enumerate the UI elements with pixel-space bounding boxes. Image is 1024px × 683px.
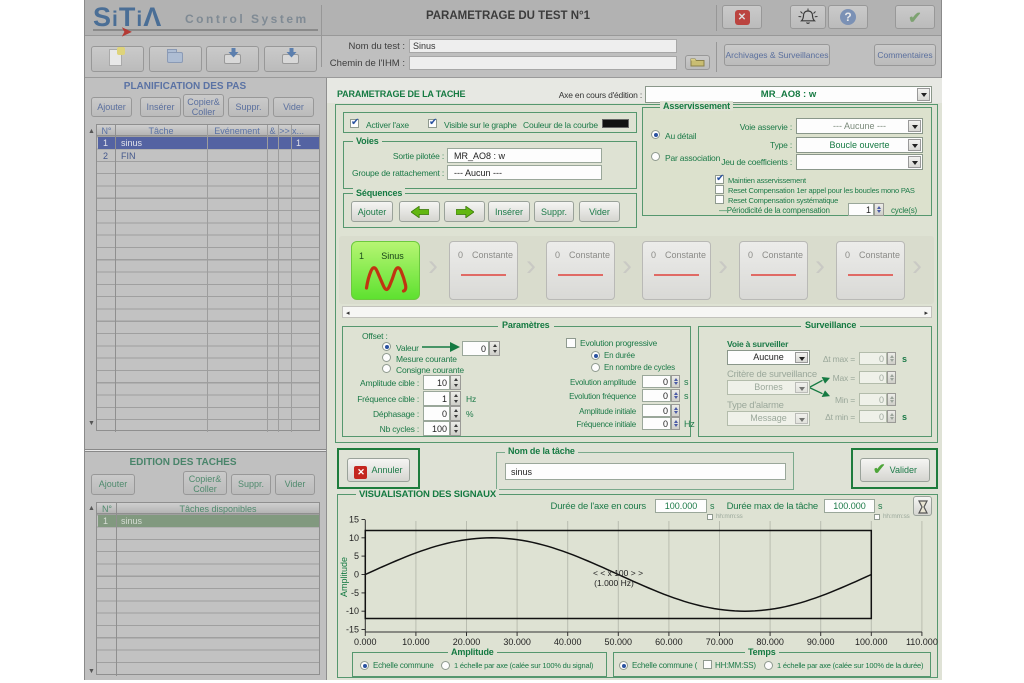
svg-text:-15: -15 bbox=[346, 625, 359, 635]
svg-text:5: 5 bbox=[354, 551, 359, 561]
svg-text:0: 0 bbox=[354, 570, 359, 580]
svg-text:110.000: 110.000 bbox=[906, 637, 938, 647]
svg-text:Amplitude: Amplitude bbox=[339, 557, 349, 597]
svg-text:40.000: 40.000 bbox=[554, 637, 582, 647]
svg-text:-5: -5 bbox=[351, 588, 359, 598]
svg-text:80.000: 80.000 bbox=[756, 637, 784, 647]
svg-text:< < x 100 > >: < < x 100 > > bbox=[593, 568, 643, 578]
svg-text:100.000: 100.000 bbox=[855, 637, 888, 647]
svg-text:20.000: 20.000 bbox=[453, 637, 481, 647]
svg-text:0.000: 0.000 bbox=[354, 637, 377, 647]
svg-text:90.000: 90.000 bbox=[807, 637, 835, 647]
svg-text:-10: -10 bbox=[346, 606, 359, 616]
svg-text:(1.000 Hz): (1.000 Hz) bbox=[594, 578, 634, 588]
svg-text:10.000: 10.000 bbox=[402, 637, 430, 647]
svg-text:70.000: 70.000 bbox=[706, 637, 734, 647]
svg-text:30.000: 30.000 bbox=[503, 637, 531, 647]
svg-text:50.000: 50.000 bbox=[605, 637, 633, 647]
svg-text:60.000: 60.000 bbox=[655, 637, 683, 647]
svg-text:10: 10 bbox=[349, 533, 359, 543]
svg-text:15: 15 bbox=[349, 515, 359, 525]
